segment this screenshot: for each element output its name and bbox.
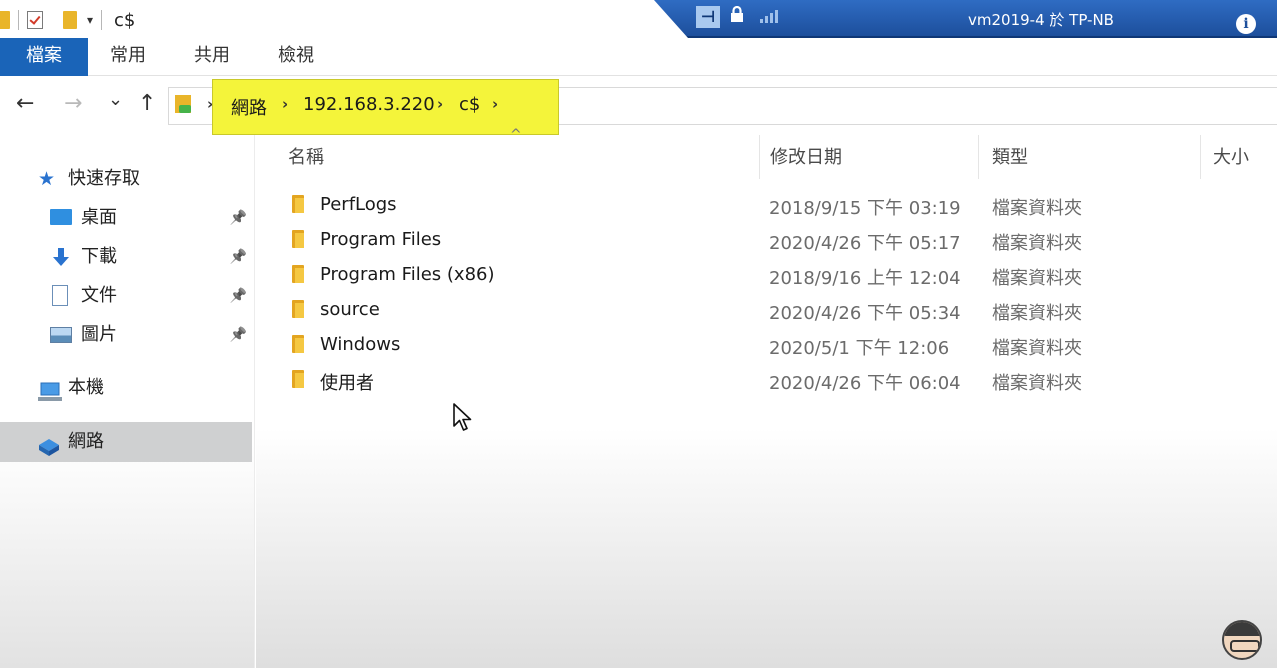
toolbar-separator bbox=[101, 10, 103, 30]
desktop-icon bbox=[50, 209, 72, 225]
tab-share[interactable]: 共用 bbox=[174, 38, 250, 76]
file-row[interactable]: PerfLogs 2018/9/15 下午 03:19 檔案資料夾 bbox=[256, 187, 1277, 222]
network-icon bbox=[37, 432, 61, 472]
breadcrumb-separator[interactable]: › bbox=[282, 95, 288, 113]
file-date: 2020/4/26 下午 05:17 bbox=[769, 233, 961, 254]
file-list: ^ 名稱 修改日期 類型 大小 PerfLogs 2018/9/15 下午 03… bbox=[256, 127, 1277, 668]
column-header-date[interactable]: 修改日期 bbox=[770, 143, 842, 169]
sidebar-item-label: 下載 bbox=[81, 246, 117, 267]
forward-button[interactable]: → bbox=[64, 91, 82, 116]
file-row[interactable]: Program Files 2020/4/26 下午 05:17 檔案資料夾 bbox=[256, 222, 1277, 257]
file-date: 2020/4/26 下午 05:34 bbox=[769, 303, 961, 324]
breadcrumb-host[interactable]: 192.168.3.220 bbox=[303, 94, 435, 115]
column-divider[interactable] bbox=[978, 135, 979, 179]
file-row[interactable]: 使用者 2020/4/26 下午 06:04 檔案資料夾 bbox=[256, 362, 1277, 397]
file-row[interactable]: Windows 2020/5/1 下午 12:06 檔案資料夾 bbox=[256, 327, 1277, 362]
file-name: PerfLogs bbox=[320, 194, 397, 215]
file-date: 2020/5/1 下午 12:06 bbox=[769, 338, 950, 359]
pin-icon[interactable]: 📌 bbox=[230, 317, 247, 353]
sidebar-item-label: 快速存取 bbox=[68, 168, 140, 189]
pin-icon[interactable]: 📌 bbox=[230, 200, 247, 236]
mouse-cursor-icon bbox=[453, 403, 472, 431]
lock-icon bbox=[730, 5, 744, 27]
network-location-icon bbox=[175, 95, 191, 113]
sidebar-item-label: 文件 bbox=[81, 285, 117, 306]
sidebar-item-label: 桌面 bbox=[81, 207, 117, 228]
breadcrumb-separator[interactable]: › bbox=[437, 95, 443, 113]
sidebar-item-documents[interactable]: 文件 📌 bbox=[48, 278, 255, 314]
pin-icon[interactable]: ⊣ bbox=[696, 6, 720, 28]
navigation-bar: ← → ⌄ ↑ › 網路 › 192.168.3.220 › c$ › bbox=[0, 77, 1277, 135]
file-type: 檔案資料夾 bbox=[992, 338, 1082, 359]
folder-icon bbox=[292, 195, 304, 213]
tab-view[interactable]: 檢視 bbox=[258, 38, 334, 76]
sidebar-item-quick-access[interactable]: ★ 快速存取 bbox=[38, 161, 248, 197]
file-date: 2018/9/15 下午 03:19 bbox=[769, 198, 961, 219]
column-header-name[interactable]: 名稱 bbox=[288, 143, 324, 169]
window-title: c$ bbox=[114, 9, 136, 31]
customize-toolbar-icon[interactable]: ▾ bbox=[87, 13, 93, 27]
folder-icon bbox=[292, 300, 304, 318]
recent-locations-button[interactable]: ⌄ bbox=[108, 89, 123, 110]
file-name: source bbox=[320, 299, 380, 320]
file-type: 檔案資料夾 bbox=[992, 303, 1082, 324]
info-icon[interactable]: i bbox=[1236, 14, 1256, 34]
column-divider[interactable] bbox=[1200, 135, 1201, 179]
pin-icon[interactable]: 📌 bbox=[230, 278, 247, 314]
file-name: 使用者 bbox=[320, 373, 374, 394]
remote-session-title: vm2019-4 於 TP-NB bbox=[968, 11, 1114, 29]
column-divider[interactable] bbox=[759, 135, 760, 179]
sidebar-item-desktop[interactable]: 桌面 📌 bbox=[48, 200, 255, 236]
folder-app-icon bbox=[0, 11, 10, 29]
column-header-type[interactable]: 類型 bbox=[992, 143, 1028, 169]
sidebar-item-label: 圖片 bbox=[81, 324, 117, 345]
picture-icon bbox=[50, 327, 72, 343]
folder-icon bbox=[292, 230, 304, 248]
file-date: 2020/4/26 下午 06:04 bbox=[769, 373, 961, 394]
file-type: 檔案資料夾 bbox=[992, 373, 1082, 394]
breadcrumb-separator[interactable]: › bbox=[492, 95, 498, 113]
download-icon bbox=[50, 245, 72, 281]
sidebar-item-downloads[interactable]: 下載 📌 bbox=[48, 239, 255, 275]
file-type: 檔案資料夾 bbox=[992, 233, 1082, 254]
file-name: Program Files (x86) bbox=[320, 264, 495, 285]
computer-icon bbox=[38, 379, 62, 415]
sort-ascending-icon: ^ bbox=[510, 127, 522, 143]
new-folder-icon[interactable] bbox=[63, 11, 77, 29]
file-name: Windows bbox=[320, 334, 401, 355]
file-type: 檔案資料夾 bbox=[992, 198, 1082, 219]
file-date: 2018/9/16 上午 12:04 bbox=[769, 268, 961, 289]
quick-access-toolbar: ▾ c$ bbox=[0, 6, 135, 34]
breadcrumb-share[interactable]: c$ bbox=[459, 94, 480, 115]
sidebar-item-network[interactable]: 網路 bbox=[0, 422, 252, 462]
folder-icon bbox=[292, 265, 304, 283]
remote-connection-bar: ⊣ vm2019-4 於 TP-NB i bbox=[654, 0, 1277, 38]
folder-icon bbox=[292, 335, 304, 353]
file-name: Program Files bbox=[320, 229, 442, 250]
up-button[interactable]: ↑ bbox=[138, 91, 156, 116]
toolbar-separator bbox=[18, 10, 19, 30]
signal-strength-icon bbox=[760, 10, 778, 23]
folder-icon bbox=[292, 370, 304, 388]
tab-home[interactable]: 常用 bbox=[90, 38, 166, 76]
back-button[interactable]: ← bbox=[16, 91, 34, 116]
column-header-size[interactable]: 大小 bbox=[1213, 143, 1249, 169]
sidebar-item-label: 本機 bbox=[68, 377, 104, 398]
tab-file[interactable]: 檔案 bbox=[0, 38, 88, 76]
file-row[interactable]: Program Files (x86) 2018/9/16 上午 12:04 檔… bbox=[256, 257, 1277, 292]
properties-icon[interactable] bbox=[27, 11, 43, 29]
sidebar-item-pictures[interactable]: 圖片 📌 bbox=[48, 317, 255, 353]
pin-icon[interactable]: 📌 bbox=[230, 239, 247, 275]
presenter-avatar bbox=[1222, 620, 1262, 660]
document-icon bbox=[52, 285, 68, 306]
file-row[interactable]: source 2020/4/26 下午 05:34 檔案資料夾 bbox=[256, 292, 1277, 327]
sidebar-item-this-pc[interactable]: 本機 bbox=[34, 370, 254, 406]
sidebar-item-label: 網路 bbox=[68, 431, 104, 452]
navigation-pane: ★ 快速存取 桌面 📌 下載 📌 文件 📌 圖片 📌 本機 網路 bbox=[0, 135, 255, 668]
breadcrumb-separator[interactable]: › bbox=[207, 95, 213, 113]
ribbon-tabs: 檔案 常用 共用 檢視 bbox=[0, 38, 1277, 76]
star-icon: ★ bbox=[38, 168, 56, 190]
breadcrumb-network[interactable]: 網路 bbox=[231, 94, 267, 120]
file-type: 檔案資料夾 bbox=[992, 268, 1082, 289]
